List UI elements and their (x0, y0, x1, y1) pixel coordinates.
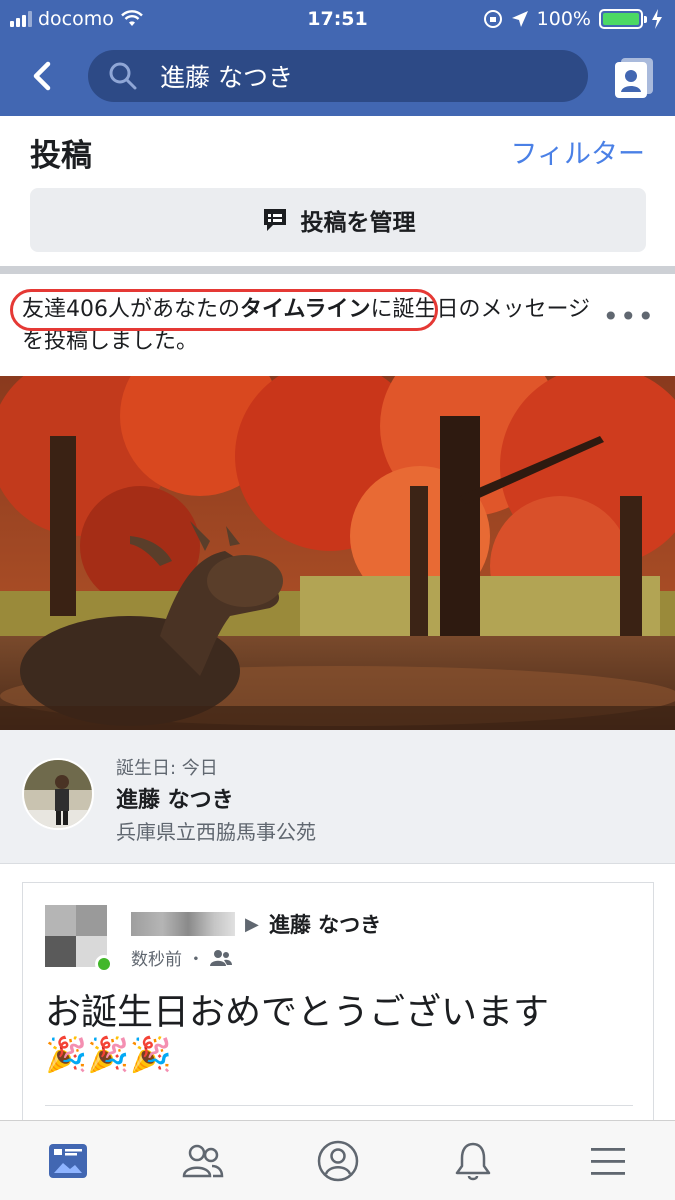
friends-icon (182, 1144, 223, 1178)
post-message: お誕生日おめでとうございます (45, 992, 550, 1033)
more-options-icon[interactable]: ••• (602, 300, 655, 333)
friends-icon (210, 949, 233, 966)
profile-card-icon (615, 58, 653, 98)
battery-percent: 100% (536, 8, 591, 30)
speech-bubble-icon (263, 209, 286, 231)
tab-news-feed[interactable] (0, 1121, 135, 1200)
notifications-bell-icon (455, 1142, 490, 1181)
bottom-tab-bar (0, 1120, 675, 1200)
birthday-post-card[interactable]: ▶ 進藤 なつき 数秒前 ・ お誕生日おめでとうございます 🎉🎉🎉 (22, 882, 654, 1122)
battery-icon (599, 9, 647, 29)
manage-posts-label: 投稿を管理 (300, 210, 416, 236)
birthday-name[interactable]: 進藤 なつき (116, 782, 234, 814)
tab-notifications[interactable] (405, 1121, 540, 1200)
rotation-lock-icon (483, 10, 502, 28)
tab-friends[interactable] (135, 1121, 270, 1200)
post-header: ▶ 進藤 なつき (131, 909, 381, 939)
recipient-name[interactable]: 進藤 なつき (269, 909, 381, 939)
location-icon (511, 11, 528, 27)
manage-posts-button[interactable]: 投稿を管理 (30, 188, 646, 252)
online-status-dot (95, 955, 113, 973)
post-photo[interactable] (0, 376, 675, 730)
avatar-photo (24, 760, 92, 828)
nav-bar: 進藤 なつき (0, 40, 675, 116)
status-bar: docomo 17:51 100% (0, 0, 675, 40)
post-timestamp: 数秒前 ・ (131, 945, 233, 970)
charging-icon (652, 9, 662, 29)
search-icon (109, 62, 137, 90)
search-bar[interactable]: 進藤 なつき (88, 50, 588, 102)
top-bar: docomo 17:51 100% 進藤 なつき (0, 0, 675, 116)
back-button[interactable] (20, 54, 64, 98)
avatar[interactable] (22, 758, 94, 830)
red-highlight-circle (10, 289, 438, 331)
birthday-label: 誕生日: 今日 (116, 758, 218, 779)
arrow-right-icon: ▶ (245, 913, 259, 935)
birthday-place: 兵庫県立西脇馬事公苑 (116, 820, 316, 844)
back-chevron-icon (33, 61, 51, 91)
filter-link[interactable]: フィルター (511, 132, 645, 171)
timestamp-text[interactable]: 数秒前 ・ (131, 945, 204, 970)
search-input[interactable]: 進藤 なつき (160, 58, 293, 94)
section-title: 投稿 (30, 138, 92, 174)
birthday-card[interactable]: 誕生日: 今日 進藤 なつき 兵庫県立西脇馬事公苑 (0, 730, 675, 864)
party-popper-emoji: 🎉🎉🎉 (45, 1035, 173, 1075)
posts-section-header: 投稿 フィルター 投稿を管理 (0, 116, 675, 268)
tab-profile[interactable] (270, 1121, 405, 1200)
blurred-poster-name[interactable] (131, 912, 235, 936)
menu-icon (590, 1148, 625, 1175)
autumn-deer-image (0, 376, 675, 730)
post-divider (45, 1105, 633, 1106)
profile-icon (317, 1140, 358, 1182)
tab-menu[interactable] (540, 1121, 675, 1200)
section-divider (0, 266, 675, 274)
profile-card-button[interactable] (611, 54, 657, 100)
news-feed-icon (48, 1144, 87, 1178)
